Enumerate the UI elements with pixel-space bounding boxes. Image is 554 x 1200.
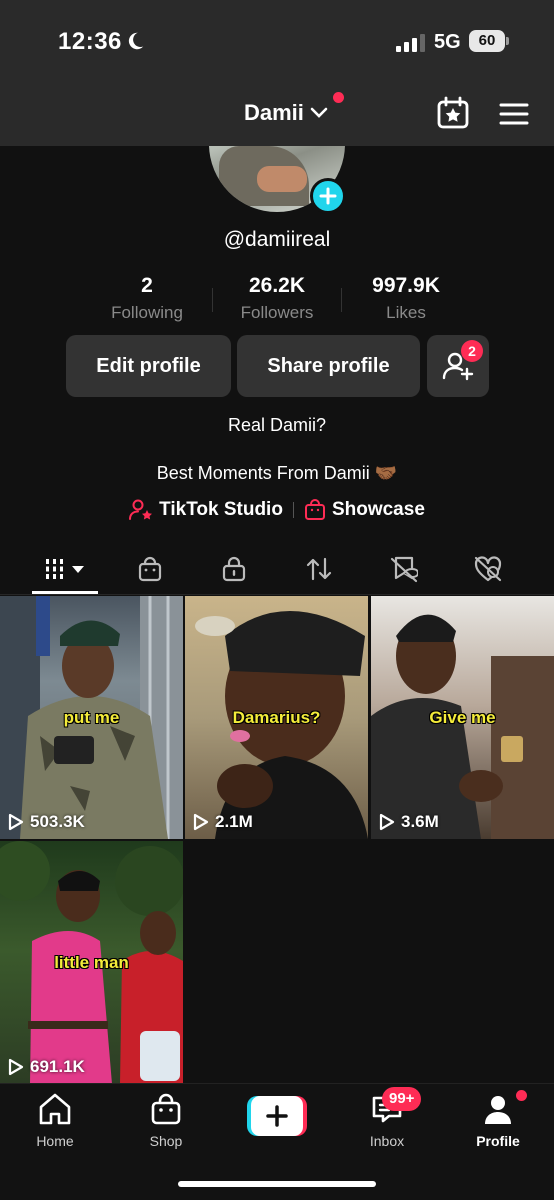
- inbox-badge: 99+: [382, 1087, 422, 1111]
- showcase-label: Showcase: [331, 499, 425, 520]
- video-views: 503.3K: [8, 812, 85, 832]
- video-thumbnail[interactable]: put me 503.3K: [0, 596, 183, 839]
- battery-icon: 60: [469, 30, 509, 52]
- heart-hidden-icon: [474, 556, 502, 582]
- stat-followers[interactable]: 26.2K Followers: [212, 274, 342, 323]
- header-username: Damii: [244, 100, 304, 125]
- notification-dot: [333, 92, 344, 103]
- shopping-bag-icon: [138, 556, 162, 582]
- bookmark-hidden-icon: [390, 556, 418, 583]
- shopping-bag-icon: [151, 1093, 181, 1125]
- tab-liked[interactable]: [442, 545, 534, 593]
- stat-following[interactable]: 2 Following: [82, 274, 212, 323]
- creator-star-icon: [129, 499, 153, 520]
- add-story-button[interactable]: [310, 178, 346, 214]
- grid-icon: [46, 559, 84, 579]
- moon-icon: [128, 32, 144, 50]
- bio-text: Real Damii?: [227, 415, 327, 435]
- tab-shop[interactable]: [104, 545, 196, 593]
- tab-reposts[interactable]: [273, 545, 365, 593]
- nav-profile[interactable]: Profile: [453, 1092, 543, 1149]
- profile-icon: [485, 1096, 511, 1124]
- stat-value: 2: [141, 274, 153, 297]
- stat-label: Likes: [386, 303, 426, 322]
- profile-notification-dot: [516, 1090, 527, 1101]
- battery-tip: [506, 37, 509, 45]
- video-views: 3.6M: [379, 812, 439, 832]
- chevron-down-icon: [310, 107, 328, 118]
- view-count: 2.1M: [215, 812, 253, 831]
- video-views: 2.1M: [193, 812, 253, 832]
- nav-shop-label: Shop: [149, 1133, 183, 1149]
- video-caption: little man: [54, 953, 129, 972]
- nav-profile-label: Profile: [476, 1133, 520, 1149]
- nav-shop[interactable]: Shop: [121, 1092, 211, 1149]
- profile-handle: @damiireal: [223, 228, 331, 251]
- active-tab-indicator: [32, 591, 98, 594]
- repost-icon: [306, 557, 332, 581]
- home-icon: [39, 1093, 71, 1125]
- avatar-arm: [257, 166, 307, 192]
- bottom-nav: Home Shop Inbox 99+ Profile: [0, 1083, 554, 1200]
- tiktok-studio-link[interactable]: TikTok Studio: [129, 499, 283, 521]
- nav-home[interactable]: Home: [10, 1092, 100, 1149]
- create-button[interactable]: [247, 1096, 307, 1136]
- video-views: 691.1K: [8, 1057, 85, 1077]
- stat-value: 26.2K: [248, 274, 306, 297]
- stat-label: Following: [111, 303, 183, 322]
- play-icon: [8, 813, 24, 831]
- tiktok-studio-label: TikTok Studio: [159, 499, 283, 520]
- network-type: 5G: [434, 31, 461, 53]
- tab-videos[interactable]: [20, 545, 112, 593]
- shopping-bag-icon: [304, 499, 325, 520]
- stat-label: Followers: [240, 303, 314, 322]
- status-bar: 12:36 5G 60: [0, 0, 554, 86]
- plus-icon: [319, 187, 337, 205]
- video-thumbnail[interactable]: Give me 3.6M: [371, 596, 554, 839]
- profile-stats: 2 Following 26.2K Followers 997.9K Likes: [0, 274, 554, 330]
- play-icon: [8, 1058, 24, 1076]
- edit-profile-button[interactable]: Edit profile: [66, 335, 231, 397]
- view-count: 3.6M: [401, 812, 439, 831]
- calendar-star-icon[interactable]: [436, 96, 470, 130]
- share-profile-button[interactable]: Share profile: [237, 335, 420, 397]
- view-count: 503.3K: [30, 812, 85, 831]
- bio-description: Best Moments From Damii 🤝🏾: [156, 463, 398, 483]
- video-thumbnail[interactable]: little man 691.1K: [0, 841, 183, 1084]
- tab-favorites[interactable]: [358, 545, 450, 593]
- view-count: 691.1K: [30, 1057, 85, 1076]
- profile-links: TikTok Studio Showcase: [0, 497, 554, 523]
- play-icon: [193, 813, 209, 831]
- nav-inbox-label: Inbox: [369, 1133, 405, 1149]
- video-caption: Damarius?: [232, 708, 321, 727]
- showcase-link[interactable]: Showcase: [304, 499, 425, 521]
- account-switcher[interactable]: Damii: [244, 98, 328, 128]
- battery-level: 60: [469, 30, 505, 52]
- add-friends-badge: 2: [461, 340, 483, 362]
- video-thumbnail[interactable]: Damarius? 2.1M: [185, 596, 368, 839]
- signal-icon: [396, 34, 425, 52]
- menu-icon[interactable]: [498, 100, 530, 128]
- content-tabs: [0, 545, 554, 595]
- link-divider: [292, 502, 294, 518]
- video-caption: put me: [63, 708, 120, 727]
- home-indicator: [178, 1181, 376, 1187]
- profile-header: Damii: [0, 86, 554, 146]
- tab-private[interactable]: [188, 545, 280, 593]
- stat-likes[interactable]: 997.9K Likes: [341, 274, 471, 323]
- play-icon: [379, 813, 395, 831]
- nav-home-label: Home: [36, 1133, 74, 1149]
- video-caption: Give me: [429, 708, 496, 727]
- stat-value: 997.9K: [372, 274, 440, 297]
- lock-icon: [222, 556, 246, 582]
- status-time: 12:36: [58, 28, 122, 55]
